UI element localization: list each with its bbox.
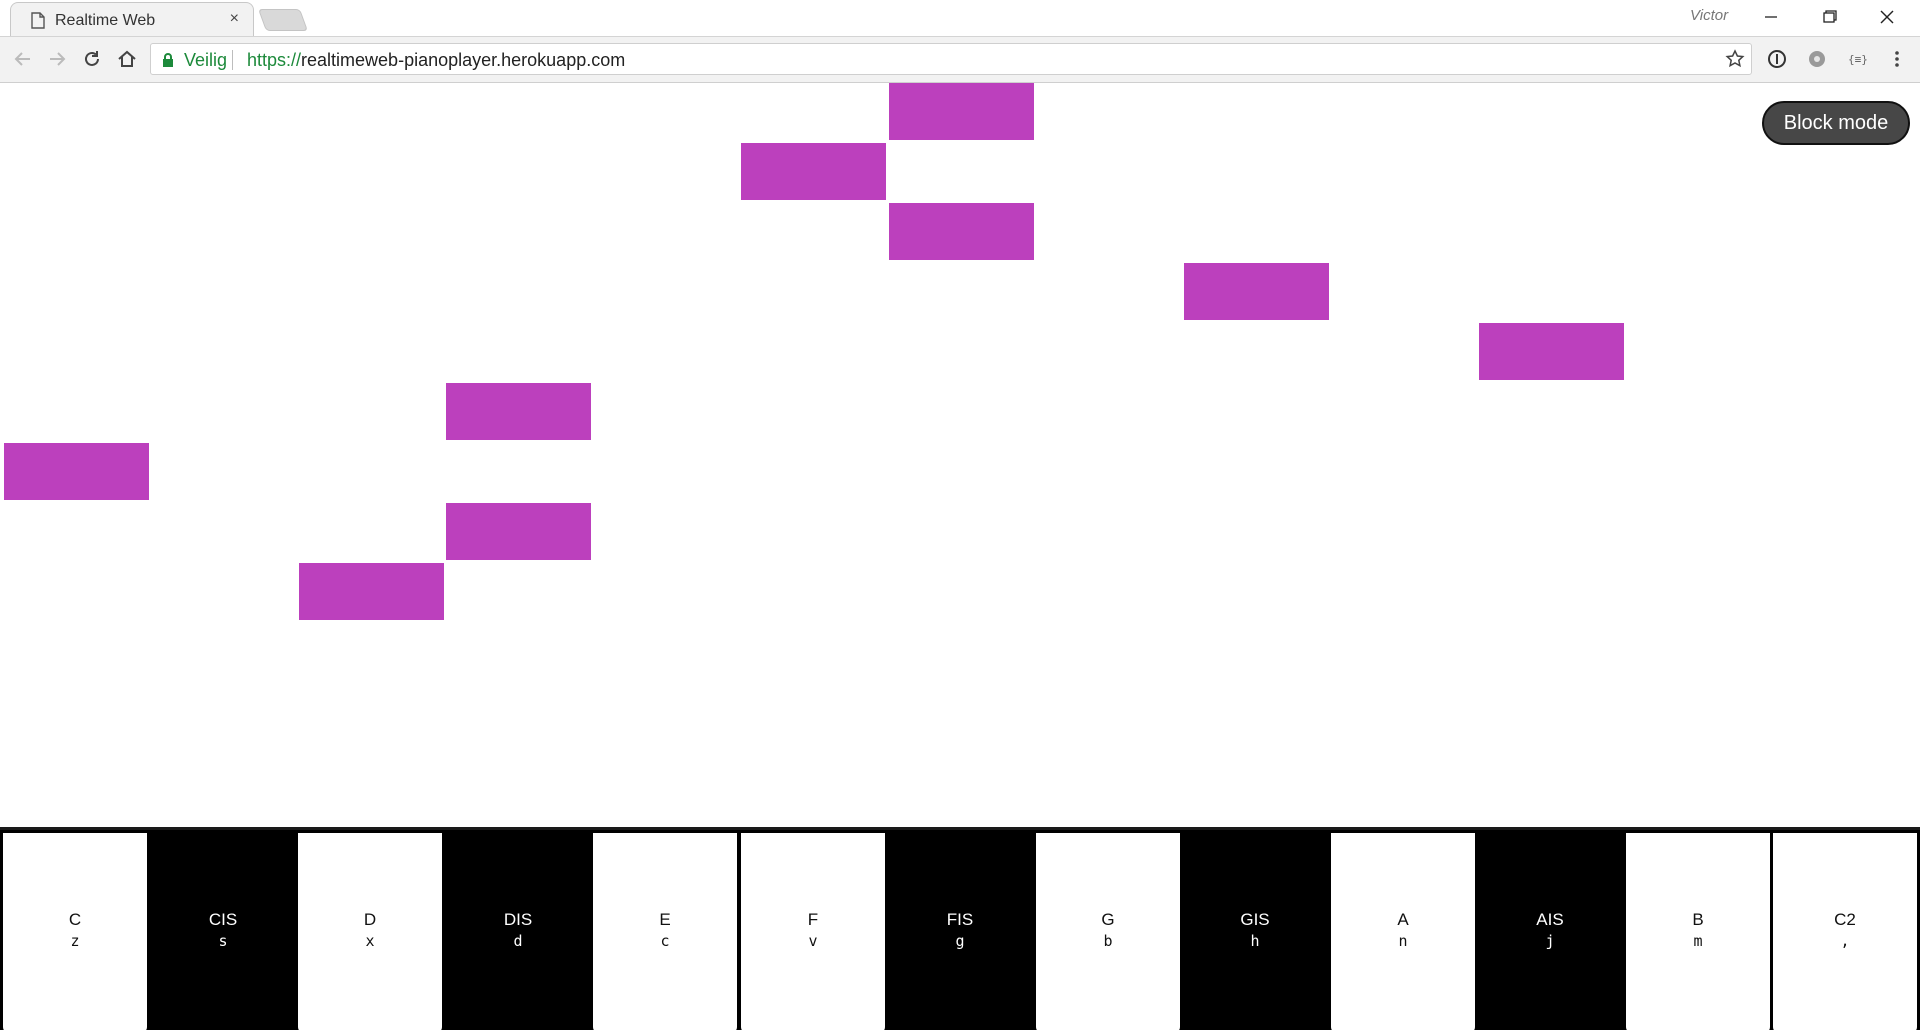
note-block: [1479, 323, 1624, 380]
key-shortcut-label: h: [1250, 932, 1260, 950]
back-arrow-icon[interactable]: [12, 48, 34, 70]
browser-title-bar: Realtime Web × Victor: [0, 0, 1920, 37]
key-note-label: CIS: [208, 910, 238, 929]
page-viewport: Block mode Cz CIS s Dx DIS d Ec Fv FIS g Gb GIS h An A…: [0, 83, 1920, 1030]
key-note-label: E: [659, 910, 671, 929]
url-text[interactable]: https://realtimeweb-pianoplayer.herokuap…: [247, 50, 625, 71]
key-shortcut-label: c: [660, 932, 670, 950]
note-block: [4, 443, 149, 500]
profile-button[interactable]: Victor: [1690, 7, 1728, 24]
browser-tab[interactable]: Realtime Web ×: [10, 2, 254, 36]
security-label[interactable]: Veilig: [184, 50, 227, 71]
bookmark-star-icon[interactable]: [1725, 49, 1745, 69]
piano-key-c[interactable]: Cz: [3, 833, 147, 1030]
key-shortcut-label: d: [513, 932, 523, 950]
piano-key-d[interactable]: Dx: [298, 833, 442, 1030]
piano-key-dis[interactable]: DIS d: [446, 833, 590, 1030]
key-note-label: A: [1397, 910, 1409, 929]
note-block: [446, 383, 591, 440]
piano-key-fis[interactable]: FIS g: [888, 833, 1032, 1030]
key-note-label: FIS: [946, 910, 974, 929]
block-mode-button[interactable]: Block mode: [1762, 101, 1910, 145]
key-shortcut-label: v: [808, 932, 818, 950]
extension-json-icon[interactable]: {≡}: [1846, 48, 1868, 70]
key-shortcut-label: n: [1398, 932, 1408, 950]
key-note-label: F: [807, 910, 819, 929]
key-note-label: AIS: [1536, 910, 1564, 929]
key-shortcut-label: g: [955, 932, 965, 950]
piano-keyboard: Cz CIS s Dx DIS d Ec Fv FIS g Gb GIS h An AIS j Bm C2,: [0, 827, 1920, 1030]
key-shortcut-label: x: [365, 932, 375, 950]
key-note-label: GIS: [1240, 910, 1270, 929]
tab-close-button[interactable]: ×: [230, 11, 239, 27]
piano-key-b[interactable]: Bm: [1626, 833, 1770, 1030]
key-shortcut-label: b: [1103, 932, 1113, 950]
note-block: [741, 143, 886, 200]
url-host: realtimeweb-pianoplayer.herokuapp.com: [301, 50, 626, 70]
key-note-label: D: [363, 910, 377, 929]
forward-arrow-icon[interactable]: [46, 48, 68, 70]
tab-title: Realtime Web: [55, 12, 156, 29]
piano-key-cis[interactable]: CIS s: [151, 833, 295, 1030]
note-block: [446, 503, 591, 560]
document-icon: [31, 12, 45, 29]
note-block: [299, 563, 444, 620]
svg-text:{≡}: {≡}: [1848, 53, 1868, 66]
close-window-icon[interactable]: [1874, 6, 1900, 28]
menu-kebab-icon[interactable]: [1886, 48, 1908, 70]
piano-key-ais[interactable]: AIS j: [1478, 833, 1622, 1030]
key-shortcut-label: j: [1545, 932, 1555, 950]
key-note-label: C2: [1834, 910, 1856, 929]
minimize-icon[interactable]: [1758, 6, 1784, 28]
key-note-label: B: [1692, 910, 1704, 929]
note-block: [1184, 263, 1329, 320]
piano-key-c2[interactable]: C2,: [1773, 833, 1917, 1030]
key-note-label: C: [68, 910, 82, 929]
url-scheme: https://: [247, 50, 302, 70]
key-note-label: G: [1101, 910, 1115, 929]
piano-key-g[interactable]: Gb: [1036, 833, 1180, 1030]
browser-toolbar: Veilig https://realtimeweb-pianoplayer.h…: [0, 37, 1920, 83]
key-shortcut-label: z: [70, 932, 80, 950]
piano-key-e[interactable]: Ec: [593, 833, 737, 1030]
lock-icon: [163, 53, 173, 67]
extension-gear-icon[interactable]: [1806, 48, 1828, 70]
piano-key-gis[interactable]: GIS h: [1183, 833, 1327, 1030]
extension-info-icon[interactable]: [1766, 48, 1788, 70]
address-bar[interactable]: Veilig https://realtimeweb-pianoplayer.h…: [150, 43, 1752, 75]
piano-key-f[interactable]: Fv: [741, 833, 885, 1030]
new-tab-button[interactable]: [257, 9, 309, 31]
piano-key-a[interactable]: An: [1331, 833, 1475, 1030]
reload-icon[interactable]: [81, 48, 103, 70]
home-icon[interactable]: [116, 48, 138, 70]
key-note-label: DIS: [503, 910, 533, 929]
key-shortcut-label: ,: [1840, 932, 1850, 950]
note-block: [889, 83, 1034, 140]
key-shortcut-label: s: [218, 932, 228, 950]
key-shortcut-label: m: [1693, 932, 1703, 950]
restore-icon[interactable]: [1816, 6, 1842, 28]
note-block: [889, 203, 1034, 260]
address-separator: [232, 50, 233, 70]
